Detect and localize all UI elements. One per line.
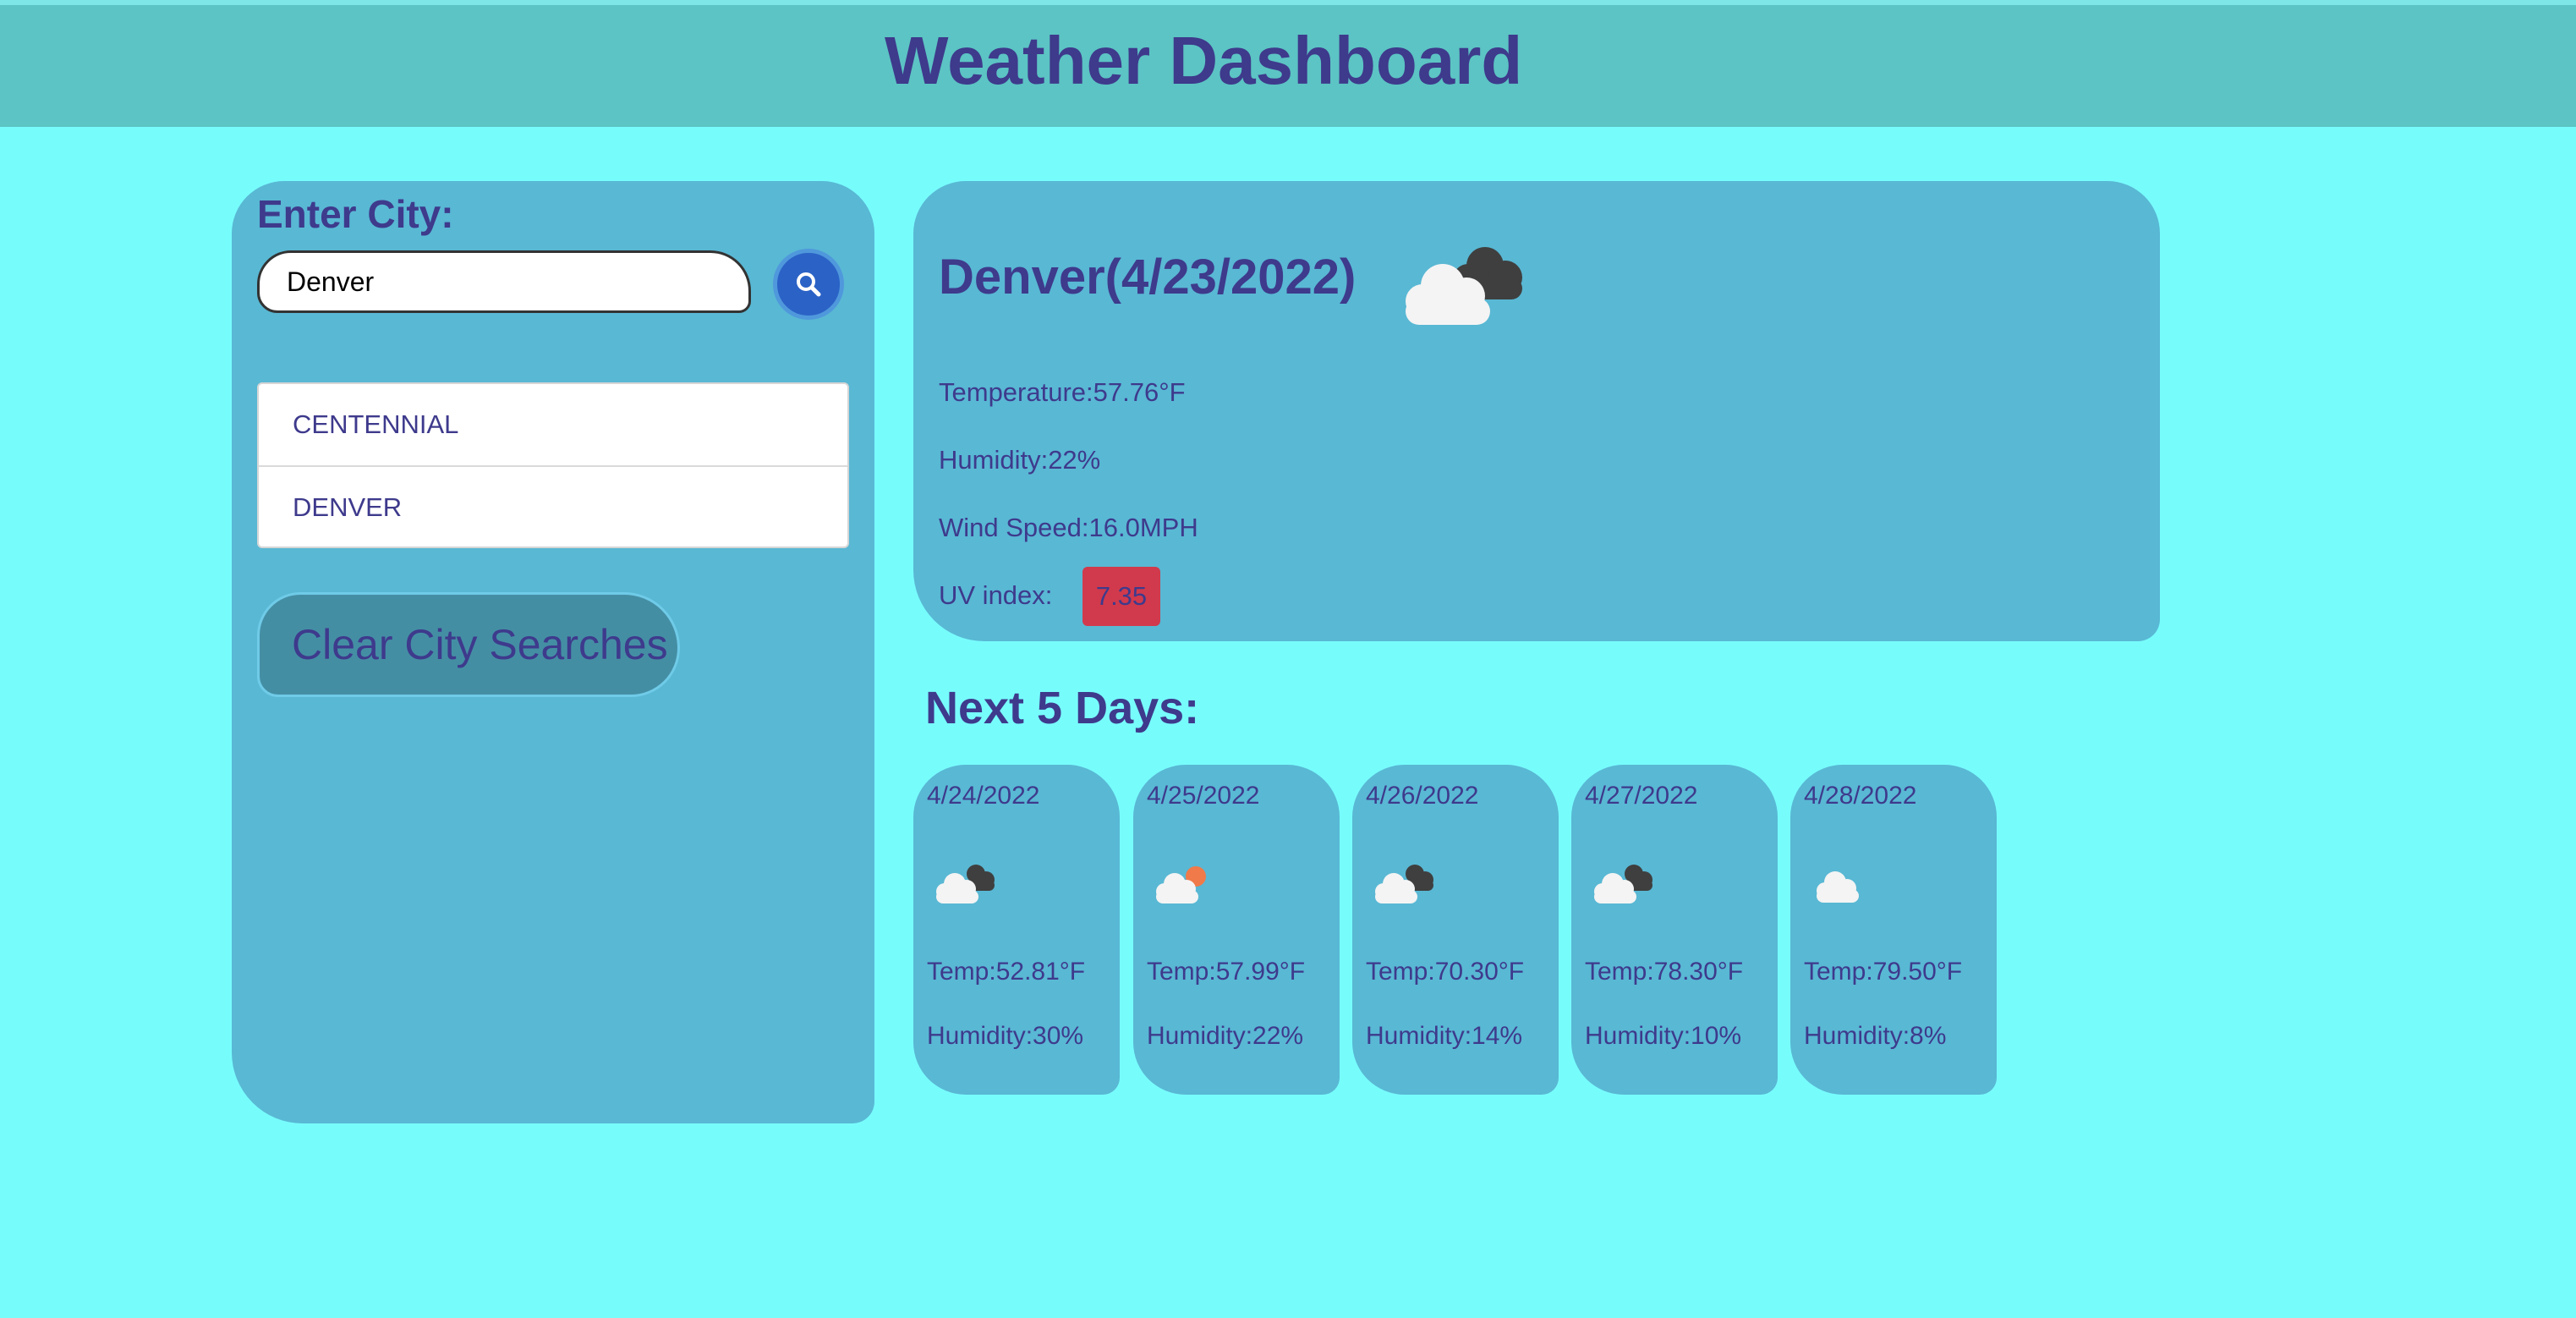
current-humidity: Humidity:22% xyxy=(939,445,1101,475)
current-weather-card: Denver(4/23/2022) Temperature:57.76°F Hu… xyxy=(913,181,2160,641)
header-bar: Weather Dashboard xyxy=(0,0,2576,127)
search-sidebar: Enter City: CENTENNIAL DENVER Clear City… xyxy=(232,181,874,1123)
page-title: Weather Dashboard xyxy=(885,23,1523,98)
forecast-temp: Temp:57.99°F xyxy=(1147,958,1306,986)
history-item-centennial[interactable]: CENTENNIAL xyxy=(259,384,847,465)
search-icon xyxy=(797,272,821,297)
uv-index-badge: 7.35 xyxy=(1082,567,1160,626)
forecast-date: 4/28/2022 xyxy=(1804,782,1917,810)
forecast-card: 4/24/2022 Temp:52.81°F Humidity:30% xyxy=(913,765,1120,1095)
forecast-date: 4/26/2022 xyxy=(1366,782,1479,810)
current-temperature: Temperature:57.76°F xyxy=(939,377,1186,407)
history-item-denver[interactable]: DENVER xyxy=(259,465,847,546)
forecast-date: 4/24/2022 xyxy=(927,782,1040,810)
forecast-title: Next 5 Days: xyxy=(925,683,1200,733)
city-label: Enter City: xyxy=(257,192,454,236)
broken-clouds-icon xyxy=(1594,865,1652,903)
current-wind-speed: Wind Speed:16.0MPH xyxy=(939,513,1198,542)
uv-label: UV index: xyxy=(939,580,1053,610)
broken-clouds-icon xyxy=(1375,865,1433,903)
forecast-humidity: Humidity:22% xyxy=(1147,1022,1304,1050)
broken-clouds-icon xyxy=(1406,247,1522,325)
forecast-humidity: Humidity:30% xyxy=(927,1022,1084,1050)
current-city-date: Denver(4/23/2022) xyxy=(939,250,1357,305)
forecast-date: 4/25/2022 xyxy=(1147,782,1260,810)
forecast-card: 4/28/2022 Temp:79.50°F Humidity:8% xyxy=(1790,765,1997,1095)
forecast-humidity: Humidity:8% xyxy=(1804,1022,1947,1050)
forecast-temp: Temp:78.30°F xyxy=(1585,958,1744,986)
cloud-icon xyxy=(1817,871,1859,903)
forecast-temp: Temp:70.30°F xyxy=(1366,958,1525,986)
forecast-humidity: Humidity:14% xyxy=(1366,1022,1523,1050)
forecast-date: 4/27/2022 xyxy=(1585,782,1698,810)
forecast-card: 4/27/2022 Temp:78.30°F Humidity:10% xyxy=(1571,765,1778,1095)
broken-clouds-icon xyxy=(936,865,995,903)
search-button[interactable] xyxy=(773,249,844,320)
forecast-temp: Temp:79.50°F xyxy=(1804,958,1963,986)
forecast-card: 4/25/2022 Temp:57.99°F Humidity:22% xyxy=(1133,765,1340,1095)
city-search-input[interactable] xyxy=(257,250,751,313)
clear-searches-button[interactable]: Clear City Searches xyxy=(257,592,680,697)
forecast-card: 4/26/2022 Temp:70.30°F Humidity:14% xyxy=(1352,765,1559,1095)
few-clouds-icon xyxy=(1156,866,1206,903)
forecast-humidity: Humidity:10% xyxy=(1585,1022,1742,1050)
current-uv-row: UV index: 7.35 xyxy=(939,567,1160,626)
search-history-list: CENTENNIAL DENVER xyxy=(257,382,849,548)
forecast-temp: Temp:52.81°F xyxy=(927,958,1086,986)
